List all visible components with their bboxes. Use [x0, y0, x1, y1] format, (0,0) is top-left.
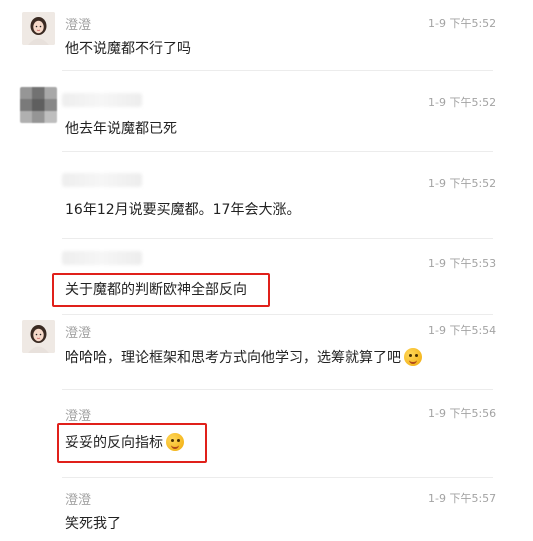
- message-separator: [62, 389, 493, 390]
- message-text: 妥妥的反向指标: [65, 432, 184, 452]
- message-time: 1-9 下午5:56: [428, 407, 497, 420]
- message-text-content: 哈哈哈，理论框架和思考方式向他学习，选筹就算了吧: [65, 350, 401, 366]
- blurred-sender-name: [62, 93, 142, 107]
- message-separator: [62, 151, 493, 152]
- smiling-emoji-icon: [166, 433, 184, 451]
- message-text: 哈哈哈，理论框架和思考方式向他学习，选筹就算了吧: [65, 347, 422, 367]
- message-time: 1-9 下午5:53: [428, 257, 497, 270]
- sender-name[interactable]: 澄澄: [65, 405, 91, 424]
- message-time: 1-9 下午5:52: [428, 17, 497, 30]
- message-text: 16年12月说要买魔都。17年会大涨。: [65, 202, 301, 218]
- smiling-emoji-icon: [404, 348, 422, 366]
- message-time: 1-9 下午5:57: [428, 492, 497, 505]
- blurred-avatar[interactable]: [20, 87, 57, 123]
- blurred-sender-name: [62, 251, 142, 265]
- sender-name[interactable]: 澄澄: [65, 489, 91, 508]
- message-text-content: 妥妥的反向指标: [65, 435, 163, 451]
- message-text: 关于魔都的判断欧神全部反向: [65, 282, 247, 298]
- message-time: 1-9 下午5:52: [428, 96, 497, 109]
- message-time: 1-9 下午5:54: [428, 324, 497, 337]
- message-separator: [62, 70, 493, 71]
- girl-avatar[interactable]: [22, 320, 55, 353]
- message-separator: [62, 238, 493, 239]
- blurred-sender-name: [62, 173, 142, 187]
- sender-name[interactable]: 澄澄: [65, 322, 91, 341]
- message-separator: [62, 477, 493, 478]
- message-time: 1-9 下午5:52: [428, 177, 497, 190]
- message-text: 他去年说魔都已死: [65, 121, 177, 137]
- message-text: 他不说魔都不行了吗: [65, 41, 191, 57]
- message-text: 笑死我了: [65, 516, 121, 532]
- sender-name[interactable]: 澄澄: [65, 14, 91, 33]
- message-separator: [62, 314, 493, 315]
- girl-avatar[interactable]: [22, 12, 55, 45]
